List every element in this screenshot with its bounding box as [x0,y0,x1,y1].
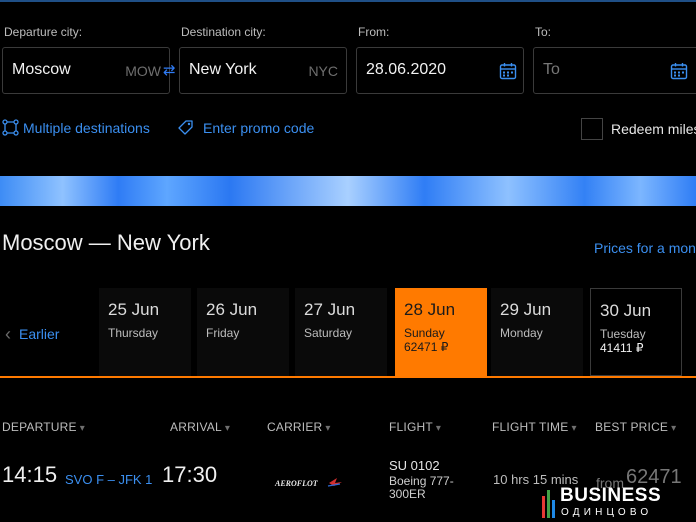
departure-header: DEPARTURE [2,420,77,434]
watermark-bars-icon [542,486,556,518]
aircraft-type: Boeing 777-300ER [389,474,454,501]
redeem-miles-checkbox[interactable] [581,118,603,140]
date-option-30-jun[interactable]: 30 Jun Tuesday 41411 ₽ [590,288,682,376]
date-label: 25 Jun [108,300,160,319]
from-date-field[interactable]: 28.06.2020 [356,47,524,94]
sort-flight[interactable]: FLIGHT ▾ [389,420,441,434]
airports-link[interactable]: SVO F – JFK 1 [65,472,152,487]
prices-for-month-link[interactable]: Prices for a month [594,240,696,256]
watermark-subtitle: ОДИНЦОВО [561,507,653,518]
carrier-name: AEROFLOT [274,479,319,488]
sort-caret-icon: ▾ [325,423,331,434]
carrier-header: CARRIER [267,420,323,434]
to-date-field[interactable]: To [533,47,696,94]
earlier-label: Earlier [19,326,60,342]
date-option-26-jun[interactable]: 26 Jun Friday [197,288,289,376]
business-odintsovo-watermark: BUSINESS ОДИНЦОВО [538,482,696,522]
orange-divider [0,376,696,378]
chevron-left-icon: ‹ [5,324,11,344]
sort-caret-icon: ▾ [571,423,577,434]
to-date-placeholder: To [543,61,560,78]
flight-time-header: FLIGHT TIME [492,420,569,434]
date-option-28-jun-selected[interactable]: 28 Jun Sunday 62471 ₽ [395,288,487,376]
promo-banner [0,176,696,206]
redeem-miles-label: Redeem miles [611,121,696,137]
date-option-25-jun[interactable]: 25 Jun Thursday [99,288,191,376]
sort-caret-icon: ▾ [79,423,85,434]
weekday-label: Tuesday [600,327,646,341]
aeroflot-logo: AEROFLOT [274,478,342,488]
weekday-label: Sunday [404,326,445,340]
flight-header: FLIGHT [389,420,433,434]
sort-caret-icon: ▾ [224,423,231,434]
multi-route-icon[interactable] [2,119,19,136]
arrival-time: 17:30 [162,462,218,487]
flight-number: SU 0102 [389,458,440,473]
from-date-value: 28.06.2020 [366,61,447,78]
departure-city: Moscow [12,61,71,78]
date-option-29-jun[interactable]: 29 Jun Monday [491,288,583,376]
promo-code-link[interactable]: Enter promo code [203,120,314,136]
arrival-header: ARRIVAL [170,420,222,434]
calendar-icon[interactable] [670,62,688,80]
destination-label: Destination city: [181,25,266,39]
sort-departure[interactable]: DEPARTURE ▾ [2,420,85,434]
best-price-header: BEST PRICE [595,420,669,434]
date-label: 30 Jun [600,301,652,320]
date-price: 62471 ₽ [404,340,449,354]
to-label: To: [535,25,552,39]
multiple-destinations-link[interactable]: Multiple destinations [23,120,150,136]
date-label: 29 Jun [500,300,552,319]
earlier-button[interactable]: ‹ Earlier [5,323,59,344]
route-title: Moscow — New York [2,230,210,255]
promo-tag-icon[interactable] [177,119,194,136]
weekday-label: Saturday [304,326,353,340]
sort-flight-time[interactable]: FLIGHT TIME ▾ [492,420,577,434]
weekday-label: Thursday [108,326,159,340]
departure-time: 14:15 [2,462,58,487]
date-label: 28 Jun [404,300,456,319]
sort-best-price[interactable]: BEST PRICE ▾ [595,420,676,434]
date-label: 27 Jun [304,300,356,319]
from-label: From: [358,25,390,39]
date-option-27-jun[interactable]: 27 Jun Saturday [295,288,387,376]
date-label: 26 Jun [206,300,258,319]
swap-icon[interactable]: ⇄ [163,61,176,79]
departure-code: MOW [125,63,161,79]
sort-carrier[interactable]: CARRIER ▾ [267,420,331,434]
calendar-icon[interactable] [499,62,517,80]
sort-caret-icon: ▾ [435,423,442,434]
watermark-title: BUSINESS [560,485,662,506]
departure-label: Departure city: [4,25,83,39]
weekday-label: Friday [206,326,240,340]
destination-code: NYC [308,63,338,79]
date-price: 41411 ₽ [600,341,644,355]
weekday-label: Monday [500,326,543,340]
sort-caret-icon: ▾ [671,423,677,434]
departure-field[interactable]: Moscow MOW [2,47,170,94]
top-border [0,0,696,2]
destination-city: New York [189,61,257,78]
sort-arrival[interactable]: ARRIVAL ▾ [170,420,230,434]
destination-field[interactable]: New York NYC [179,47,347,94]
